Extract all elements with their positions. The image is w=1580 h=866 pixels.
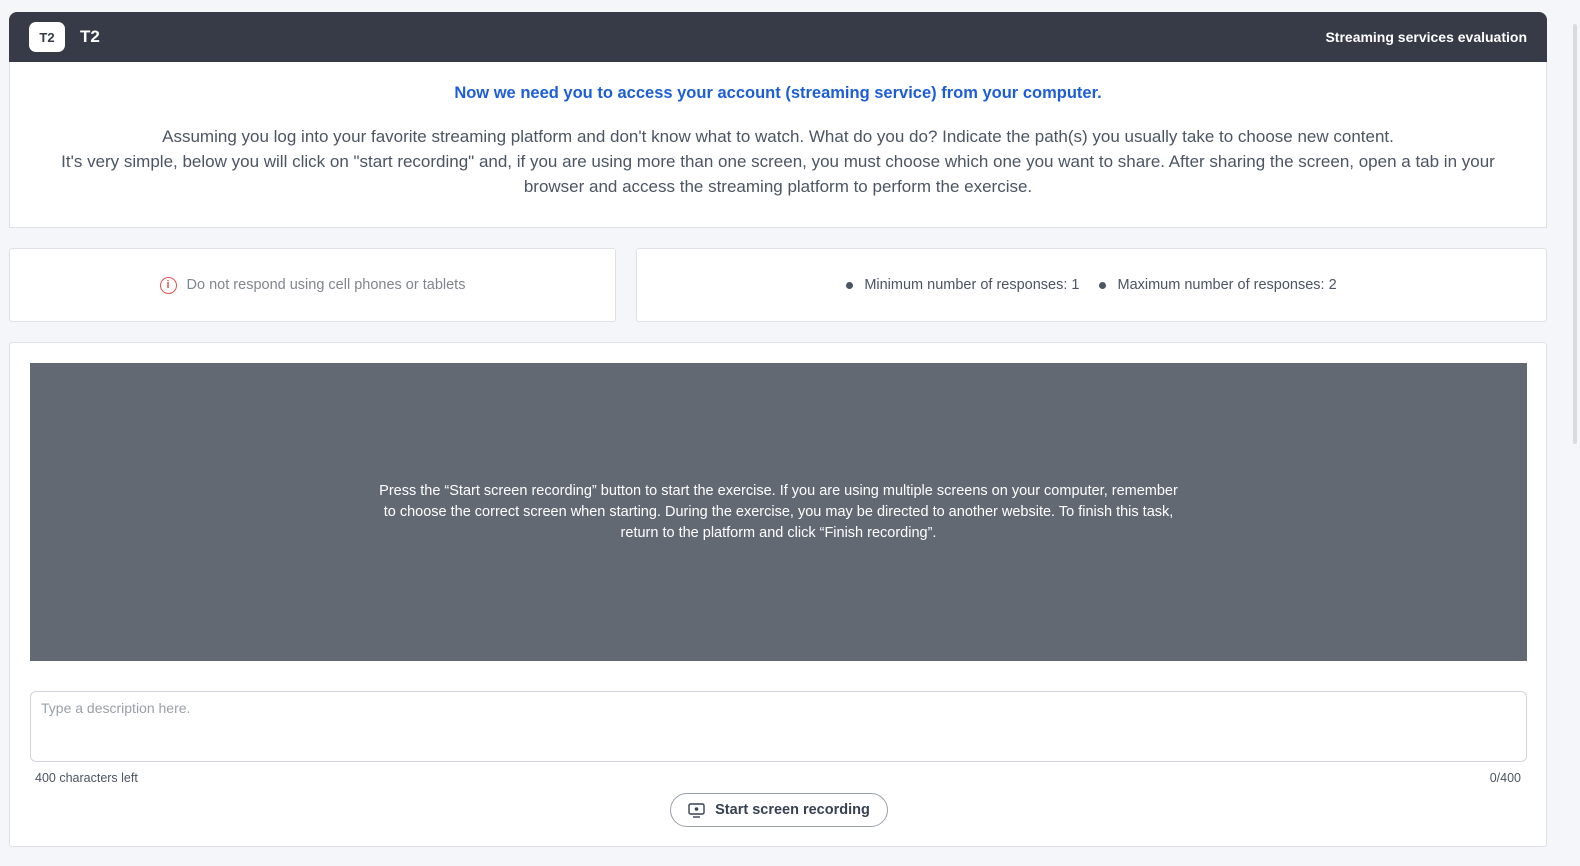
recording-instructions: Press the “Start screen recording” butto… xyxy=(379,482,1178,541)
chars-left-label: 400 characters left xyxy=(35,771,138,785)
start-recording-label: Start screen recording xyxy=(715,802,870,818)
page: T2 T2 Streaming services evaluation Now … xyxy=(0,0,1580,866)
intro-heading: Now we need you to access your account (… xyxy=(454,84,1102,102)
info-circle-icon: i xyxy=(159,276,177,294)
device-notice-card: i Do not respond using cell phones or ta… xyxy=(9,248,616,322)
intro-line-2: It's very simple, below you will click o… xyxy=(61,152,1495,196)
min-responses-label: Minimum number of responses: 1 xyxy=(864,277,1080,293)
screen-record-icon xyxy=(688,802,705,818)
responses-card: Minimum number of responses: 1 Maximum n… xyxy=(636,248,1547,322)
task-title: T2 xyxy=(80,27,100,46)
max-responses-label: Maximum number of responses: 2 xyxy=(1117,277,1337,293)
start-recording-button[interactable]: Start screen recording xyxy=(670,793,888,827)
intro-line-1: Assuming you log into your favorite stre… xyxy=(162,127,1394,146)
device-notice-text: Do not respond using cell phones or tabl… xyxy=(186,277,466,293)
task-badge: T2 xyxy=(29,22,65,52)
recording-preview: Press the “Start screen recording” butto… xyxy=(30,363,1527,661)
char-counter: 0/400 xyxy=(1489,771,1521,785)
max-responses: Maximum number of responses: 2 xyxy=(1099,277,1337,293)
header-bar: T2 T2 Streaming services evaluation xyxy=(9,12,1547,62)
bullet-icon xyxy=(1099,281,1107,289)
study-name: Streaming services evaluation xyxy=(1325,29,1527,45)
recording-task-card: Press the “Start screen recording” butto… xyxy=(9,342,1547,847)
page-scrollbar[interactable] xyxy=(1568,0,1580,866)
intro-instructions: Assuming you log into your favorite stre… xyxy=(40,124,1516,199)
scrollbar-thumb[interactable] xyxy=(1573,24,1577,444)
intro-card: Now we need you to access your account (… xyxy=(9,62,1547,228)
min-responses: Minimum number of responses: 1 xyxy=(846,277,1079,293)
description-input[interactable] xyxy=(30,691,1527,762)
bullet-icon xyxy=(846,281,854,289)
